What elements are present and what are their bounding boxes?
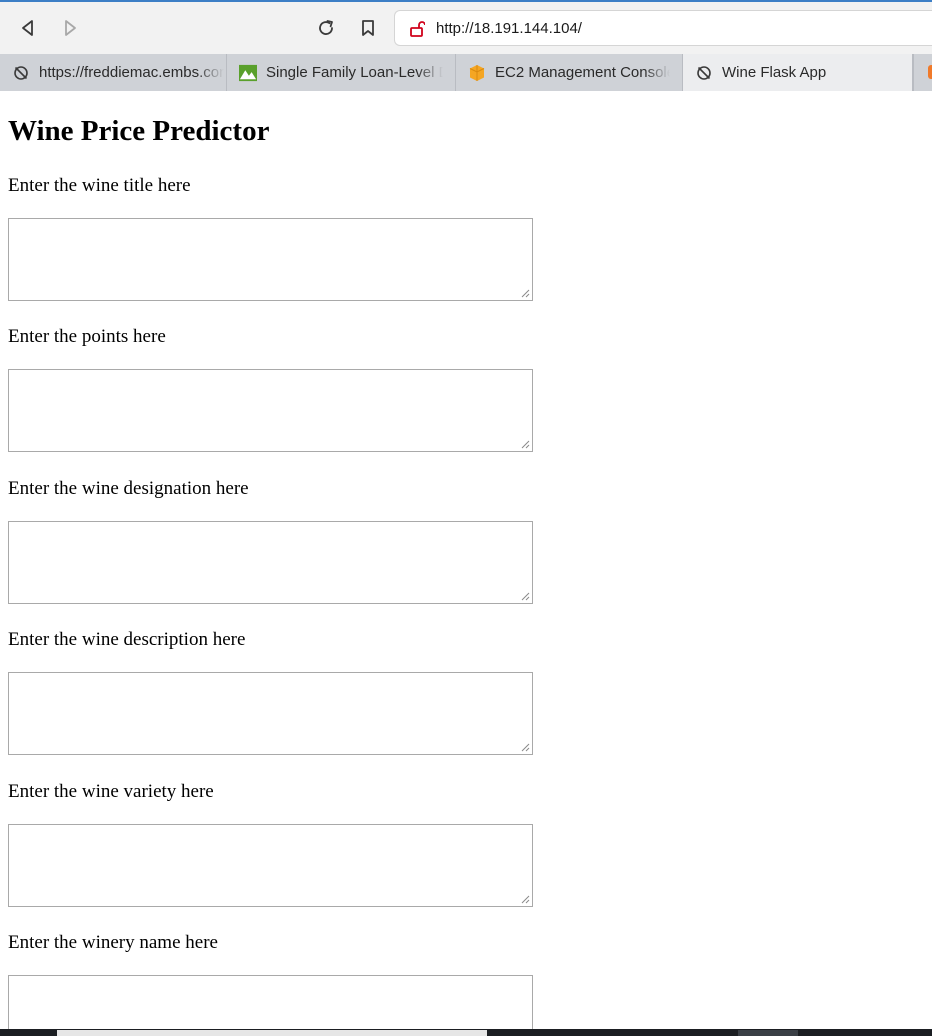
- tab-strip: https://freddiemac.embs.com Single Famil…: [0, 54, 932, 91]
- tab-title: https://freddiemac.embs.com: [39, 64, 224, 81]
- aws-favicon: [468, 64, 486, 82]
- resize-grip-icon[interactable]: [520, 742, 530, 752]
- tab-freddiemac[interactable]: https://freddiemac.embs.com: [0, 54, 227, 91]
- tab-wine-flask-app[interactable]: Wine Flask App: [683, 54, 913, 91]
- taskbar-edge: [0, 1029, 932, 1036]
- variety-label: Enter the wine variety here: [8, 781, 214, 802]
- bookmark-button[interactable]: [356, 16, 380, 40]
- browser-toolbar: http://18.191.144.104/: [0, 2, 932, 54]
- taskbar-segment: [738, 1030, 798, 1036]
- tab-title: EC2 Management Console: [495, 64, 670, 81]
- bookmark-icon: [362, 20, 374, 36]
- freddie-mac-favicon: [239, 64, 257, 82]
- insecure-lock-icon[interactable]: [409, 20, 426, 43]
- resize-grip-icon[interactable]: [520, 439, 530, 449]
- points-input[interactable]: [8, 369, 533, 452]
- designation-label: Enter the wine designation here: [8, 478, 249, 499]
- page-content: Wine Price Predictor Enter the wine titl…: [0, 91, 932, 1030]
- points-label: Enter the points here: [8, 326, 166, 347]
- forward-icon: [65, 20, 76, 36]
- tab-loan-level-dataset[interactable]: Single Family Loan-Level Dataset: [227, 54, 456, 91]
- wine-title-label: Enter the wine title here: [8, 175, 191, 196]
- wine-title-input[interactable]: [8, 218, 533, 301]
- url-text[interactable]: http://18.191.144.104/: [436, 20, 582, 37]
- resize-grip-icon[interactable]: [520, 894, 530, 904]
- reload-icon: [319, 20, 333, 35]
- forward-button[interactable]: [58, 16, 82, 40]
- tab-ec2-console[interactable]: EC2 Management Console: [456, 54, 683, 91]
- description-input[interactable]: [8, 672, 533, 755]
- address-bar[interactable]: http://18.191.144.104/: [394, 10, 932, 46]
- variety-input[interactable]: [8, 824, 533, 907]
- resize-grip-icon[interactable]: [520, 288, 530, 298]
- winery-input[interactable]: [8, 975, 533, 1030]
- description-label: Enter the wine description here: [8, 629, 246, 650]
- tab-title: Wine Flask App: [722, 64, 827, 81]
- reload-button[interactable]: [314, 16, 338, 40]
- back-icon: [22, 20, 33, 36]
- tab-title: Single Family Loan-Level Dataset: [266, 64, 443, 81]
- page-title: Wine Price Predictor: [8, 115, 270, 147]
- no-favicon-icon: [695, 64, 713, 82]
- designation-input[interactable]: [8, 521, 533, 604]
- tab-overflow[interactable]: [913, 54, 932, 91]
- resize-grip-icon[interactable]: [520, 591, 530, 601]
- winery-label: Enter the winery name here: [8, 932, 218, 953]
- horizontal-scrollbar[interactable]: [57, 1030, 487, 1036]
- tab-favicon-icon: [928, 65, 932, 79]
- back-button[interactable]: [16, 16, 40, 40]
- no-favicon-icon: [12, 64, 30, 82]
